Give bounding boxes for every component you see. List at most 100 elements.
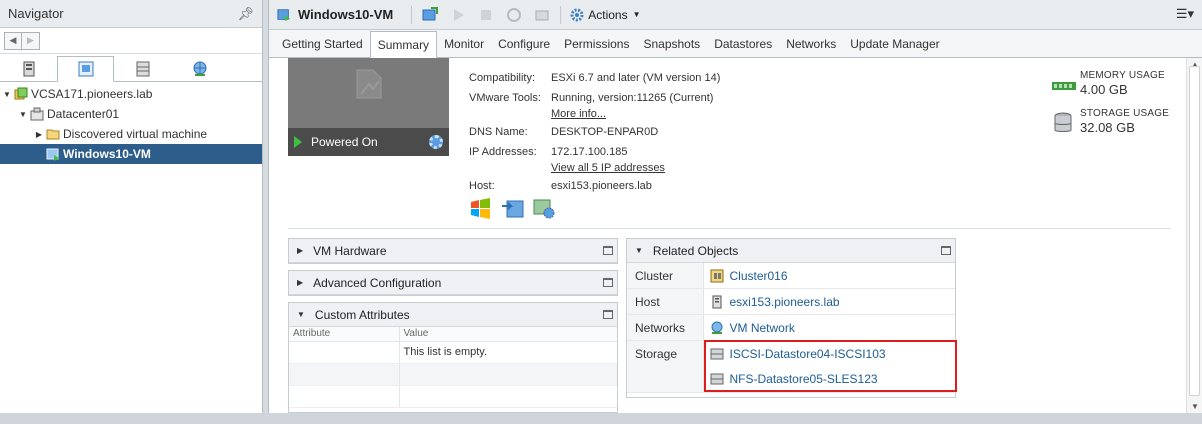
tab-permissions[interactable]: Permissions xyxy=(557,31,636,57)
attribute-column-header[interactable]: Attribute xyxy=(289,327,399,342)
host-item[interactable]: esxi153.pioneers.lab xyxy=(710,289,956,314)
network-item[interactable]: VM Network xyxy=(710,315,956,340)
expand-icon[interactable]: ▶ xyxy=(297,246,303,255)
collapse-icon[interactable]: ▼ xyxy=(18,110,28,119)
dns-value: DESKTOP-ENPAR0D xyxy=(551,126,659,138)
console-settings-icon[interactable] xyxy=(429,135,443,149)
custom-attributes-header[interactable]: ▼ Custom Attributes xyxy=(289,303,617,327)
vm-console-thumbnail[interactable]: Powered On xyxy=(288,58,449,156)
vm-settings-icon[interactable] xyxy=(533,198,557,220)
view-all-ip-link[interactable]: View all 5 IP addresses xyxy=(551,162,665,174)
custom-attributes-title: Custom Attributes xyxy=(314,307,410,322)
cluster-item[interactable]: Cluster016 xyxy=(710,263,956,288)
tab-snapshots[interactable]: Snapshots xyxy=(636,31,707,57)
scroll-down-icon[interactable]: ▼ xyxy=(1191,402,1199,411)
datastore-link[interactable]: NFS-Datastore05-SLES123 xyxy=(730,372,878,386)
windows-logo-icon xyxy=(471,198,490,219)
tree-item-vcsa[interactable]: ▼ VCSA171.pioneers.lab xyxy=(0,84,262,104)
actions-label: Actions xyxy=(588,7,628,22)
advanced-config-portlet[interactable]: ▶ Advanced Configuration xyxy=(288,270,618,296)
vertical-scrollbar[interactable]: ▲ ▼ xyxy=(1186,58,1202,413)
tab-monitor[interactable]: Monitor xyxy=(437,31,491,57)
power-off-icon[interactable] xyxy=(478,7,494,23)
datastore-link[interactable]: ISCSI-Datastore04-ISCSI103 xyxy=(730,347,886,361)
console-icon[interactable] xyxy=(422,6,439,23)
tree-item-datacenter[interactable]: ▼ Datacenter01 xyxy=(0,104,262,124)
console-screen xyxy=(288,58,449,128)
vms-templates-tab[interactable] xyxy=(57,56,114,82)
advanced-config-header[interactable]: ▶ Advanced Configuration xyxy=(289,271,617,295)
hosts-clusters-tab[interactable] xyxy=(0,57,57,81)
tab-configure[interactable]: Configure xyxy=(491,31,557,57)
actions-menu[interactable]: Actions ▼ xyxy=(565,7,641,23)
datacenter-icon xyxy=(30,107,44,121)
memory-icon xyxy=(1052,82,1076,90)
vm-hardware-header[interactable]: ▶ VM Hardware xyxy=(289,239,617,263)
tab-datastores[interactable]: Datastores xyxy=(707,31,779,57)
related-objects-header[interactable]: ▼ Related Objects xyxy=(627,239,955,263)
tab-getting-started[interactable]: Getting Started xyxy=(275,31,370,57)
tab-summary[interactable]: Summary xyxy=(369,31,438,58)
menu-icon[interactable]: ☰▾ xyxy=(1176,6,1194,22)
host-link[interactable]: esxi153.pioneers.lab xyxy=(730,295,840,309)
collapse-icon[interactable]: ▼ xyxy=(2,90,12,99)
maximize-icon[interactable] xyxy=(603,246,613,255)
collapse-icon[interactable]: ▼ xyxy=(297,310,305,319)
summary-content: Powered On Compatibility: ESXi 6.7 and l… xyxy=(269,58,1182,413)
migrate-icon[interactable] xyxy=(534,7,550,23)
memory-usage-value: 4.00 GB xyxy=(1080,82,1128,97)
storage-tab[interactable] xyxy=(114,57,171,81)
tree-item-label: Windows10-VM xyxy=(63,147,151,161)
compatibility-value: ESXi 6.7 and later (VM version 14) xyxy=(551,72,721,84)
powered-on-icon xyxy=(294,136,302,148)
pin-icon[interactable]: 📌︎ xyxy=(237,6,254,22)
tree-item-windows10-vm[interactable]: Windows10-VM xyxy=(0,144,262,164)
power-on-icon[interactable] xyxy=(450,7,466,23)
related-objects-title: Related Objects xyxy=(652,243,739,258)
networking-tab[interactable] xyxy=(171,57,228,81)
object-toolbar: Windows10-VM Actions ▼ ☰▾ xyxy=(269,0,1202,30)
power-state-bar: Powered On xyxy=(288,128,449,156)
tree-item-label: VCSA171.pioneers.lab xyxy=(31,87,153,101)
vmware-tools-value: Running, version:11265 (Current) xyxy=(551,92,714,104)
reset-icon[interactable] xyxy=(506,7,522,23)
network-link[interactable]: VM Network xyxy=(730,321,795,335)
expand-icon[interactable]: ▶ xyxy=(34,130,44,139)
related-objects-portlet: ▼ Related Objects Cluster Cluster016 Hos… xyxy=(626,238,957,398)
expand-icon[interactable]: ▶ xyxy=(297,278,303,287)
value-column-header[interactable]: Value xyxy=(398,327,617,342)
vm-hardware-portlet[interactable]: ▶ VM Hardware xyxy=(288,238,618,264)
vcenter-icon xyxy=(14,87,28,100)
maximize-icon[interactable] xyxy=(941,246,951,255)
datastore-item[interactable]: ISCSI-Datastore04-ISCSI103 xyxy=(710,342,956,367)
network-icon xyxy=(193,61,206,76)
chevron-down-icon: ▼ xyxy=(632,10,641,19)
host-link[interactable]: esxi153.pioneers.lab xyxy=(551,180,652,192)
table-row: Storage ISCSI-Datastore04-ISCSI103 NFS-D… xyxy=(627,340,956,393)
tab-networks[interactable]: Networks xyxy=(779,31,843,57)
navigator-history: ◀ ▶ xyxy=(0,28,262,54)
cluster-key: Cluster xyxy=(627,263,704,289)
more-info-link[interactable]: More info... xyxy=(551,108,606,120)
compatibility-key: Compatibility: xyxy=(469,72,536,84)
folder-icon xyxy=(46,129,60,140)
vm-title: Windows10-VM xyxy=(298,7,394,22)
forward-button[interactable]: ▶ xyxy=(22,31,40,50)
vm-export-icon[interactable] xyxy=(501,198,525,220)
maximize-icon[interactable] xyxy=(603,310,613,319)
datastore-item[interactable]: NFS-Datastore05-SLES123 xyxy=(710,367,956,392)
collapse-icon[interactable]: ▼ xyxy=(635,246,643,255)
host-key: Host: xyxy=(469,180,495,192)
power-state-label: Powered On xyxy=(311,135,378,149)
section-divider xyxy=(288,228,1171,229)
resource-usage: MEMORY USAGE 4.00 GB STORAGE USAGE 32.08… xyxy=(1042,70,1182,146)
cluster-link[interactable]: Cluster016 xyxy=(730,269,788,283)
table-cell xyxy=(289,341,399,364)
table-row: This list is empty. xyxy=(289,341,617,364)
scrollbar-thumb[interactable] xyxy=(1189,66,1200,396)
back-button[interactable]: ◀ xyxy=(4,31,22,50)
tab-update-manager[interactable]: Update Manager xyxy=(843,31,946,57)
tree-item-discovered-folder[interactable]: ▶ Discovered virtual machine xyxy=(0,124,262,144)
host-icon xyxy=(23,61,34,77)
maximize-icon[interactable] xyxy=(603,278,613,287)
